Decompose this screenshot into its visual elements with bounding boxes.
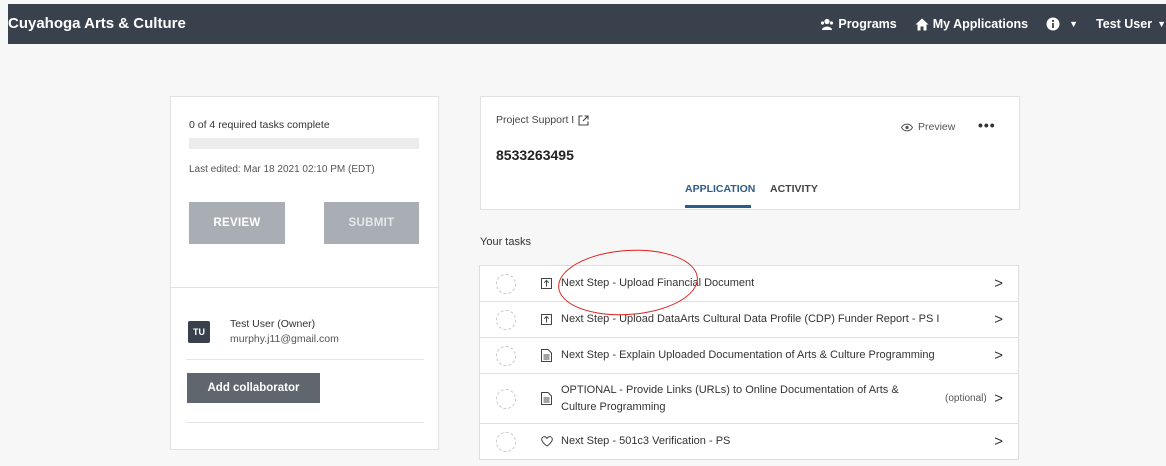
status-circle-icon: [496, 345, 516, 366]
active-tab-indicator: [685, 205, 751, 208]
eye-icon: [901, 123, 913, 131]
owner-email: murphy.j11@gmail.com: [230, 333, 339, 345]
task-row[interactable]: Next Step - 501c3 Verification - PS >: [479, 423, 1019, 460]
task-label: Next Step - Upload Financial Document: [561, 277, 755, 289]
more-options-icon[interactable]: •••: [978, 117, 996, 133]
review-button[interactable]: REVIEW: [189, 202, 285, 244]
chevron-right-icon: >: [994, 433, 1003, 450]
chevron-right-icon: >: [994, 275, 1003, 292]
status-circle-icon: [496, 431, 516, 452]
add-collaborator-button[interactable]: Add collaborator: [187, 373, 320, 403]
nav-user-label: Test User: [1096, 17, 1153, 31]
nav-my-applications-label: My Applications: [932, 17, 1029, 31]
preview-label: Preview: [918, 121, 956, 133]
project-id: 8533263495: [496, 147, 574, 163]
status-circle-icon: [496, 388, 516, 409]
divider: [171, 287, 438, 288]
last-edited: Last edited: Mar 18 2021 02:10 PM (EDT): [189, 164, 375, 175]
people-icon: [821, 18, 834, 30]
nav-my-applications[interactable]: My Applications: [915, 17, 1028, 31]
tab-application[interactable]: APPLICATION: [685, 183, 755, 195]
status-circle-icon: [496, 273, 516, 294]
divider: [186, 422, 424, 423]
document-icon: [541, 349, 552, 362]
caret-down-icon: ▼: [1069, 19, 1079, 29]
tab-activity[interactable]: ACTIVITY: [770, 183, 818, 195]
project-label-text: Project Support I: [496, 114, 575, 126]
external-link-icon: [578, 114, 589, 126]
application-status-card: 0 of 4 required tasks complete Last edit…: [170, 96, 439, 450]
project-label[interactable]: Project Support I: [496, 114, 589, 126]
task-label: Next Step - Explain Uploaded Documentati…: [561, 349, 935, 361]
chevron-right-icon: >: [994, 311, 1003, 328]
upload-icon: [541, 314, 552, 325]
task-label: Next Step - 501c3 Verification - PS: [561, 435, 731, 447]
chevron-right-icon: >: [994, 390, 1003, 407]
heart-icon: [541, 436, 553, 447]
status-circle-icon: [496, 309, 516, 330]
tasks-title: Your tasks: [480, 236, 531, 248]
nav-right: Programs My Applications ▼ Test User ▼: [802, 4, 1166, 44]
brand-title[interactable]: Cuyahoga Arts & Culture: [8, 4, 186, 44]
chevron-right-icon: >: [994, 347, 1003, 364]
progress-bar: [189, 138, 419, 149]
task-row[interactable]: OPTIONAL - Provide Links (URLs) to Onlin…: [479, 373, 1019, 424]
preview-button[interactable]: Preview: [901, 121, 955, 133]
task-row[interactable]: Next Step - Explain Uploaded Documentati…: [479, 337, 1019, 374]
task-count: 0 of 4 required tasks complete: [189, 119, 330, 131]
nav-programs[interactable]: Programs: [820, 17, 897, 31]
caret-down-icon: ▼: [1157, 19, 1166, 29]
nav-info-menu[interactable]: ▼: [1046, 17, 1078, 31]
avatar: TU: [188, 321, 210, 343]
task-row[interactable]: Next Step - Upload Financial Document >: [479, 265, 1019, 302]
submit-button[interactable]: SUBMIT: [324, 202, 419, 244]
task-label: Next Step - Upload DataArts Cultural Dat…: [561, 313, 940, 325]
divider: [186, 359, 424, 360]
upload-icon: [541, 278, 552, 289]
optional-badge: (optional): [945, 393, 987, 404]
nav-user-menu[interactable]: Test User ▼: [1096, 17, 1166, 31]
top-navbar: Cuyahoga Arts & Culture Programs My Appl…: [8, 4, 1166, 44]
project-header-card: Project Support I 8533263495 Preview •••…: [480, 96, 1020, 210]
info-icon: [1046, 17, 1060, 31]
document-icon: [541, 392, 552, 405]
nav-programs-label: Programs: [838, 17, 897, 31]
task-list: Next Step - Upload Financial Document > …: [479, 265, 1019, 460]
task-row[interactable]: Next Step - Upload DataArts Cultural Dat…: [479, 301, 1019, 338]
task-label: OPTIONAL - Provide Links (URLs) to Onlin…: [561, 383, 899, 413]
owner-name: Test User (Owner): [230, 318, 316, 330]
home-icon: [915, 18, 929, 30]
